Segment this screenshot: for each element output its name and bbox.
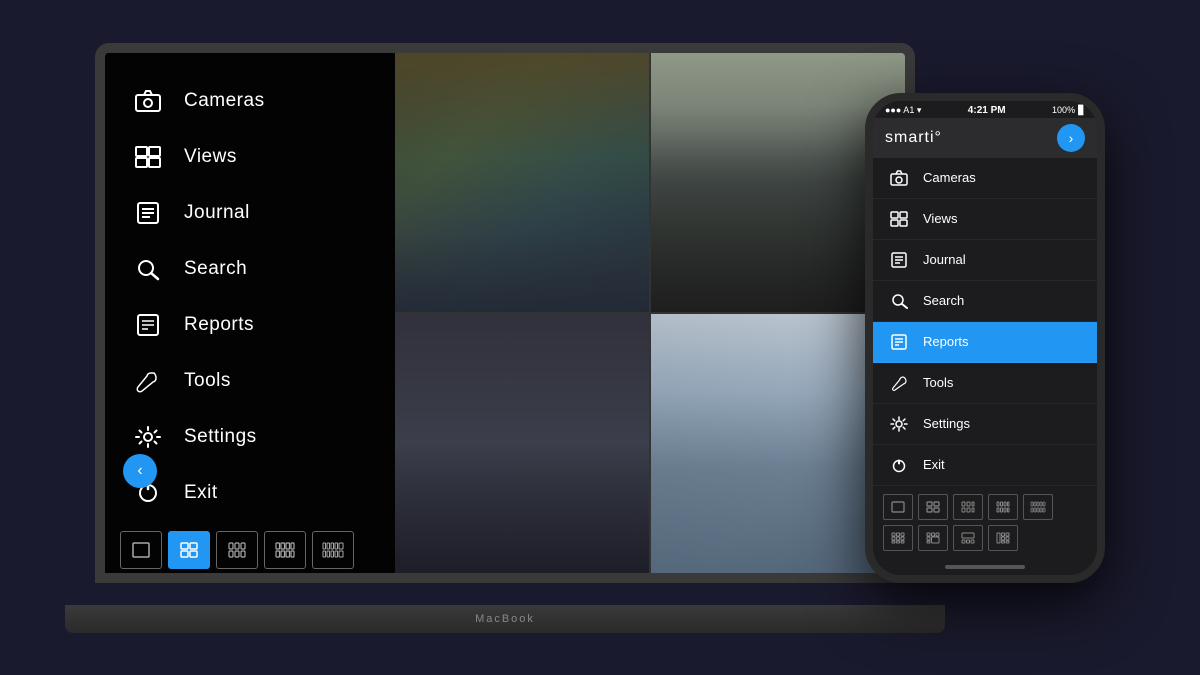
search-icon xyxy=(887,289,911,313)
grid-2x2-btn[interactable] xyxy=(168,531,210,569)
tools-label: Tools xyxy=(923,375,953,390)
status-time: 4:21 PM xyxy=(968,105,1006,116)
journal-label: Journal xyxy=(923,252,966,267)
views-icon xyxy=(130,139,166,175)
views-label: Views xyxy=(923,211,957,226)
phone-grid-alt3[interactable] xyxy=(988,525,1018,551)
laptop: Cameras Views xyxy=(95,43,915,633)
phone-nav-reports[interactable]: Reports xyxy=(873,322,1097,363)
phone-nav-exit[interactable]: Exit xyxy=(873,445,1097,486)
grid-layout-section xyxy=(105,521,395,573)
laptop-nav-item-cameras[interactable]: Cameras xyxy=(105,73,395,129)
grid-4x2-btn[interactable] xyxy=(264,531,306,569)
exit-icon xyxy=(887,453,911,477)
phone-grid-4x2[interactable] xyxy=(988,494,1018,520)
phone-nav-tools[interactable]: Tools xyxy=(873,363,1097,404)
settings-icon xyxy=(887,412,911,436)
laptop-nav-item-tools[interactable]: Tools xyxy=(105,353,395,409)
settings-label: Settings xyxy=(923,416,970,431)
phone-nav-cameras[interactable]: Cameras xyxy=(873,158,1097,199)
search-icon xyxy=(130,251,166,287)
cameras-label: Cameras xyxy=(184,90,265,112)
status-battery: 100% ▊ xyxy=(1052,105,1085,116)
carrier-text: ●●● A1 ▾ xyxy=(885,105,921,116)
phone-status-bar: ●●● A1 ▾ 4:21 PM 100% ▊ xyxy=(873,101,1097,118)
battery-icon: ▊ xyxy=(1078,105,1085,116)
reports-icon xyxy=(130,307,166,343)
phone-header: smarti° › xyxy=(873,118,1097,158)
phone-body: ●●● A1 ▾ 4:21 PM 100% ▊ smarti° › xyxy=(865,93,1105,583)
phone-nav-settings[interactable]: Settings xyxy=(873,404,1097,445)
views-icon xyxy=(887,207,911,231)
cameras-label: Cameras xyxy=(923,170,976,185)
phone-navigation: Cameras Views xyxy=(873,158,1097,486)
battery-text: 100% xyxy=(1052,105,1075,115)
reports-label: Reports xyxy=(923,334,969,349)
grid-3x2-btn[interactable] xyxy=(216,531,258,569)
laptop-sidebar: Cameras Views xyxy=(105,53,395,573)
tools-icon xyxy=(130,363,166,399)
camera-icon xyxy=(130,83,166,119)
reports-label: Reports xyxy=(184,314,254,336)
exit-label: Exit xyxy=(184,482,218,504)
laptop-nav-item-views[interactable]: Views xyxy=(105,129,395,185)
phone-home-indicator[interactable] xyxy=(873,559,1097,575)
phone-grid-5x2[interactable] xyxy=(1023,494,1053,520)
status-carrier: ●●● A1 ▾ xyxy=(885,105,921,116)
camera-icon xyxy=(887,166,911,190)
journal-icon xyxy=(130,195,166,231)
laptop-nav-item-search[interactable]: Search xyxy=(105,241,395,297)
exit-label: Exit xyxy=(923,457,945,472)
reports-icon xyxy=(887,330,911,354)
settings-icon xyxy=(130,419,166,455)
phone-grid-row-1 xyxy=(883,494,1087,520)
tools-icon xyxy=(887,371,911,395)
views-label: Views xyxy=(184,146,237,168)
phone-grid-alt2[interactable] xyxy=(953,525,983,551)
phone-back-button[interactable]: › xyxy=(1057,124,1085,152)
home-bar[interactable] xyxy=(945,565,1025,569)
search-label: Search xyxy=(923,293,964,308)
grid-5x2-btn[interactable] xyxy=(312,531,354,569)
sidebar-collapse-button[interactable]: ‹ xyxy=(123,454,157,488)
phone-nav-views[interactable]: Views xyxy=(873,199,1097,240)
camera-cell-1[interactable] xyxy=(395,53,649,312)
laptop-nav-item-reports[interactable]: Reports xyxy=(105,297,395,353)
phone-grid-1x1[interactable] xyxy=(883,494,913,520)
grid-row-1 xyxy=(120,531,380,569)
tools-label: Tools xyxy=(184,370,231,392)
phone-grid-2x2[interactable] xyxy=(918,494,948,520)
phone: ●●● A1 ▾ 4:21 PM 100% ▊ smarti° › xyxy=(865,93,1105,583)
journal-icon xyxy=(887,248,911,272)
camera-grid xyxy=(395,53,905,573)
phone-grid-alt1[interactable] xyxy=(918,525,948,551)
laptop-screen-bezel: Cameras Views xyxy=(95,43,915,583)
laptop-nav-item-journal[interactable]: Journal xyxy=(105,185,395,241)
phone-nav-search[interactable]: Search xyxy=(873,281,1097,322)
laptop-screen: Cameras Views xyxy=(105,53,905,573)
phone-grid-section xyxy=(873,486,1097,559)
phone-brand-label: smarti° xyxy=(885,129,942,147)
phone-screen: ●●● A1 ▾ 4:21 PM 100% ▊ smarti° › xyxy=(873,101,1097,575)
phone-nav-journal[interactable]: Journal xyxy=(873,240,1097,281)
search-label: Search xyxy=(184,258,247,280)
grid-1x1-btn[interactable] xyxy=(120,531,162,569)
camera-cell-3[interactable] xyxy=(395,314,649,573)
journal-label: Journal xyxy=(184,202,250,224)
phone-grid-row-2 xyxy=(883,525,1087,551)
phone-grid-3x3[interactable] xyxy=(883,525,913,551)
laptop-base xyxy=(65,605,945,633)
settings-label: Settings xyxy=(184,426,257,448)
phone-grid-3x2[interactable] xyxy=(953,494,983,520)
